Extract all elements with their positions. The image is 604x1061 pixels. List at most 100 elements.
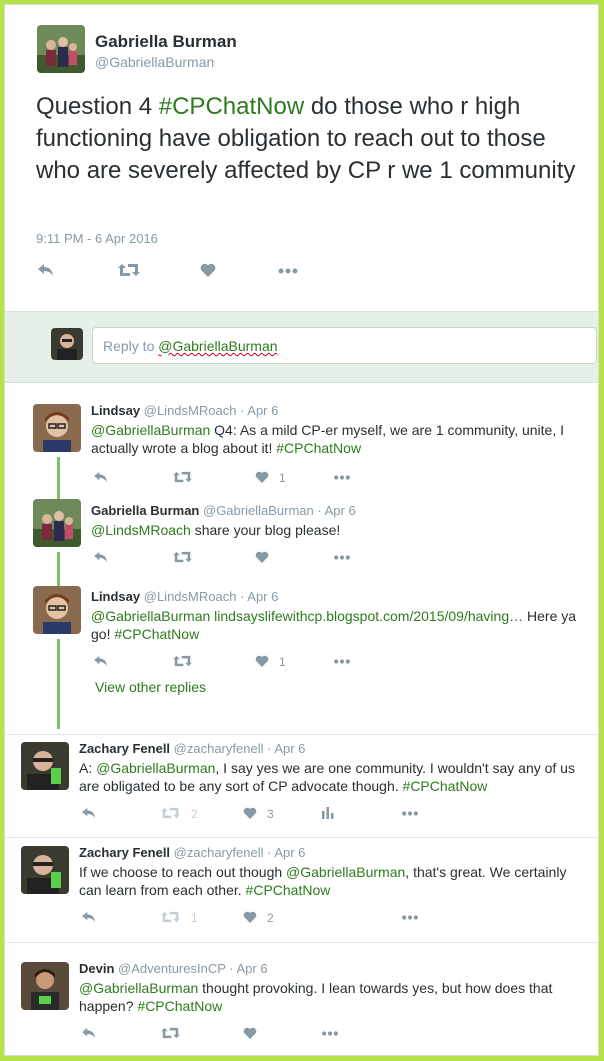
analytics-icon[interactable] [321,805,335,819]
tweet-timestamp[interactable]: 9:11 PM - 6 Apr 2016 [36,231,158,246]
reply-header: Lindsay @LindsMRoach · Apr 6 [91,589,278,604]
reply-text: @GabriellaBurman lindsayslifewithcp.blog… [91,607,591,643]
avatar[interactable] [21,742,69,790]
avatar[interactable] [33,499,81,547]
more-icon[interactable] [278,268,298,274]
like-icon[interactable] [243,1027,257,1039]
retweet-icon[interactable] [161,1027,180,1039]
reply-icon[interactable] [81,1027,97,1039]
reply-text-body: share your blog please! [190,522,341,538]
more-icon[interactable] [401,915,419,920]
reply-icon[interactable] [81,911,97,923]
like-count: 2 [267,911,274,925]
author-name[interactable]: Gabriella Burman [95,32,237,52]
reply-input[interactable]: Reply to @GabriellaBurman [92,327,597,364]
retweet-icon[interactable] [173,471,192,483]
like-count: 1 [279,655,286,669]
reply-author-name[interactable]: Gabriella Burman [91,503,199,518]
reply-text: @LindsMRoach share your blog please! [91,521,591,539]
like-icon[interactable] [255,471,269,483]
reply-author-name[interactable]: Zachary Fenell [79,741,170,756]
reply-text: If we choose to reach out though @Gabrie… [79,863,584,899]
more-icon[interactable] [321,1031,339,1036]
retweet-icon[interactable] [173,551,192,563]
hashtag-link[interactable]: #CPChatNow [114,626,199,642]
blog-link[interactable]: lindsayslifewithcp.blogspot.com/2015/09/… [210,608,523,624]
reply-date[interactable]: · Apr 6 [240,589,278,604]
mention-link[interactable]: @GabriellaBurman [91,608,210,624]
divider [5,734,598,735]
retweet-count: 1 [191,911,198,925]
tweet-text: Question 4 #CPChatNow do those who r hig… [36,91,581,187]
thread-line [57,457,60,501]
reply-text-pre: A: [79,760,97,776]
hashtag-link[interactable]: #CPChatNow [246,882,331,898]
thread-line [57,639,60,729]
reply-text: A: @GabriellaBurman, I say yes we are on… [79,759,584,795]
mention-link[interactable]: @GabriellaBurman [96,760,215,776]
reply-author-name[interactable]: Lindsay [91,589,140,604]
reply-icon[interactable] [93,471,109,483]
avatar[interactable] [21,962,69,1010]
view-other-replies-link[interactable]: View other replies [95,679,206,695]
reply-date[interactable]: · Apr 6 [267,741,305,756]
reply-icon[interactable] [93,655,109,667]
retweet-icon[interactable] [161,807,180,819]
hashtag-link[interactable]: #CPChatNow [159,93,304,120]
reply-author-handle[interactable]: @zacharyfenell [174,845,264,860]
avatar[interactable] [33,586,81,634]
tweet-detail-panel: Gabriella Burman @GabriellaBurman Questi… [4,4,599,1056]
divider [5,942,598,943]
reply-header: Gabriella Burman @GabriellaBurman · Apr … [91,503,356,518]
reply-author-handle[interactable]: @AdventuresInCP [118,961,226,976]
like-icon[interactable] [243,807,257,819]
author-handle[interactable]: @GabriellaBurman [95,54,214,70]
reply-author-name[interactable]: Lindsay [91,403,140,418]
reply-date[interactable]: · Apr 6 [229,961,267,976]
reply-header: Zachary Fenell @zacharyfenell · Apr 6 [79,845,305,860]
reply-header: Devin @AdventuresInCP · Apr 6 [79,961,268,976]
more-icon[interactable] [333,659,351,664]
hashtag-link[interactable]: #CPChatNow [403,778,488,794]
like-icon[interactable] [255,655,269,667]
more-icon[interactable] [401,811,419,816]
reply-icon[interactable] [37,263,55,277]
reply-icon[interactable] [93,551,109,563]
reply-date[interactable]: · Apr 6 [267,845,305,860]
divider [5,837,598,838]
reply-author-handle[interactable]: @LindsMRoach [144,403,237,418]
avatar[interactable] [37,25,85,73]
thread-line [57,552,60,586]
reply-author-handle[interactable]: @zacharyfenell [174,741,264,756]
reply-text-pre: If we choose to reach out though [79,864,287,880]
more-icon[interactable] [333,555,351,560]
like-icon[interactable] [255,551,269,563]
mention-link[interactable]: @GabriellaBurman [79,980,198,996]
hashtag-link[interactable]: #CPChatNow [137,998,222,1014]
reply-author-name[interactable]: Devin [79,961,114,976]
retweet-icon[interactable] [173,655,192,667]
reply-date[interactable]: · Apr 6 [240,403,278,418]
reply-author-name[interactable]: Zachary Fenell [79,845,170,860]
avatar[interactable] [33,404,81,452]
mention-link[interactable]: @GabriellaBurman [91,422,210,438]
hashtag-link[interactable]: #CPChatNow [276,440,361,456]
more-icon[interactable] [333,475,351,480]
reply-text: @GabriellaBurman Q4: As a mild CP-er mys… [91,421,591,457]
reply-author-handle[interactable]: @LindsMRoach [144,589,237,604]
tweet-text-pre: Question 4 [36,93,159,120]
like-icon[interactable] [243,911,257,923]
reply-header: Lindsay @LindsMRoach · Apr 6 [91,403,278,418]
like-icon[interactable] [200,263,216,277]
like-count: 3 [267,807,274,821]
retweet-count: 2 [191,807,198,821]
mention-link[interactable]: @GabriellaBurman [286,864,405,880]
mention-link[interactable]: @LindsMRoach [91,522,191,538]
retweet-icon[interactable] [161,911,180,923]
reply-date[interactable]: · Apr 6 [317,503,355,518]
retweet-icon[interactable] [118,263,140,277]
like-count: 1 [279,471,286,485]
reply-author-handle[interactable]: @GabriellaBurman [203,503,314,518]
reply-icon[interactable] [81,807,97,819]
avatar[interactable] [21,846,69,894]
